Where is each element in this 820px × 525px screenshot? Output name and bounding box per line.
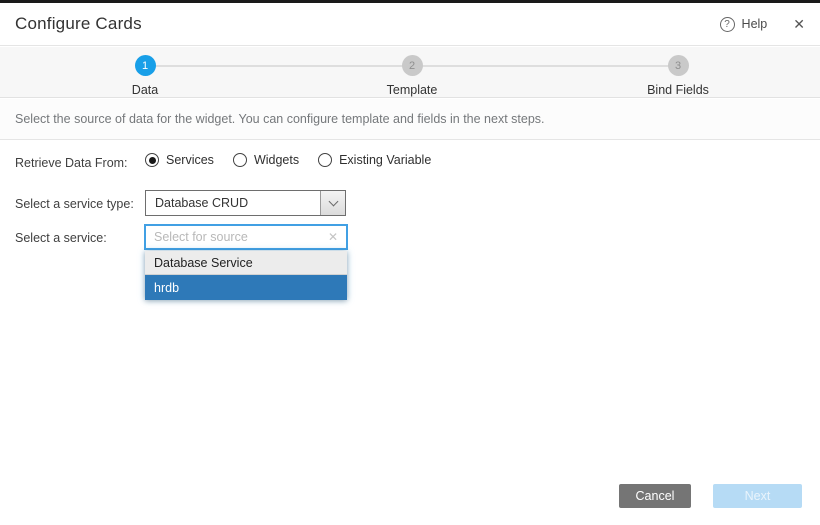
step-data-circle: 1 <box>135 55 156 76</box>
step-data-label: Data <box>132 83 158 97</box>
dialog-header: Configure Cards ? Help ✕ <box>0 3 820 46</box>
service-type-value: Database CRUD <box>146 191 320 215</box>
radio-widgets-label: Widgets <box>254 153 299 167</box>
configure-cards-dialog: Configure Cards ? Help ✕ 1 Data 2 Templa… <box>0 0 820 525</box>
service-type-label: Select a service type: <box>15 197 134 211</box>
service-dropdown-list: Database Service hrdb <box>145 251 347 300</box>
step-data[interactable]: 1 Data <box>75 55 215 97</box>
step-bind-fields[interactable]: 3 Bind Fields <box>608 55 748 97</box>
close-icon[interactable]: ✕ <box>793 16 805 33</box>
help-link[interactable]: Help <box>742 17 768 31</box>
next-button[interactable]: Next <box>713 484 802 508</box>
radio-widgets[interactable] <box>233 153 247 167</box>
service-search-input[interactable] <box>146 230 328 244</box>
chevron-down-icon <box>328 197 338 207</box>
retrieve-data-radio-group: Services Widgets Existing Variable <box>145 153 431 167</box>
radio-services[interactable] <box>145 153 159 167</box>
radio-option-services[interactable]: Services <box>145 153 214 167</box>
radio-existing-variable-label: Existing Variable <box>339 153 431 167</box>
page-title: Configure Cards <box>15 14 142 34</box>
select-dropdown-button[interactable] <box>320 191 345 215</box>
service-label: Select a service: <box>15 231 107 245</box>
radio-option-widgets[interactable]: Widgets <box>233 153 299 167</box>
cancel-button[interactable]: Cancel <box>619 484 691 508</box>
service-combobox[interactable]: ✕ <box>144 224 348 250</box>
dropdown-group-header: Database Service <box>145 251 347 275</box>
radio-option-existing-variable[interactable]: Existing Variable <box>318 153 431 167</box>
step-bind-fields-label: Bind Fields <box>647 83 709 97</box>
dropdown-option-hrdb[interactable]: hrdb <box>145 275 347 300</box>
step-description: Select the source of data for the widget… <box>0 99 820 140</box>
service-type-select[interactable]: Database CRUD <box>145 190 346 216</box>
radio-services-label: Services <box>166 153 214 167</box>
step-bind-fields-circle: 3 <box>668 55 689 76</box>
header-actions: ? Help ✕ <box>720 16 805 33</box>
retrieve-data-from-label: Retrieve Data From: <box>15 156 128 170</box>
step-template-circle: 2 <box>402 55 423 76</box>
clear-icon[interactable]: ✕ <box>328 230 338 244</box>
help-icon[interactable]: ? <box>720 17 735 32</box>
radio-existing-variable[interactable] <box>318 153 332 167</box>
wizard-stepper: 1 Data 2 Template 3 Bind Fields <box>0 47 820 98</box>
step-template-label: Template <box>387 83 438 97</box>
step-template[interactable]: 2 Template <box>342 55 482 97</box>
